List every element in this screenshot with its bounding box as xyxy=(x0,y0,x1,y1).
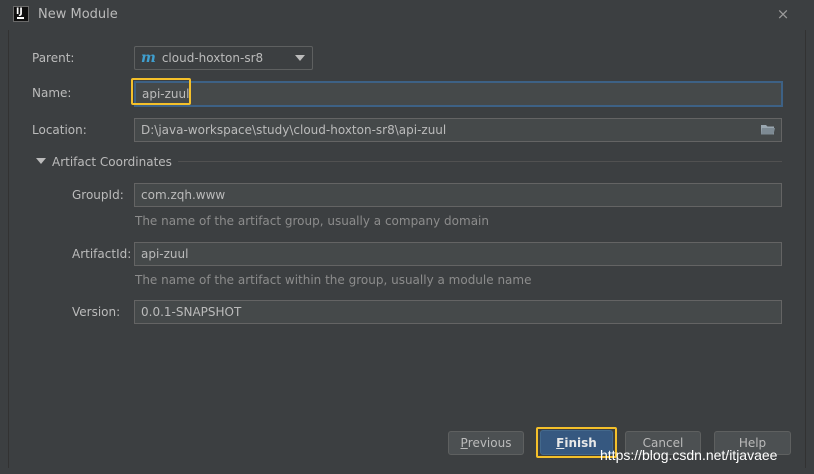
parent-dropdown[interactable]: m cloud-hoxton-sr8 xyxy=(134,46,313,70)
previous-button[interactable]: Previous xyxy=(448,431,524,455)
dialog-title: New Module xyxy=(38,7,118,22)
version-value: 0.0.1-SNAPSHOT xyxy=(141,305,242,319)
name-field[interactable]: api-zuul xyxy=(134,81,783,107)
location-field[interactable]: D:\java-workspace\study\cloud-hoxton-sr8… xyxy=(134,118,782,142)
groupid-field[interactable]: com.zqh.www xyxy=(134,183,782,207)
artifactid-value: api-zuul xyxy=(141,247,189,261)
intellij-logo-icon: IJ xyxy=(13,6,29,22)
location-label: Location: xyxy=(32,123,87,137)
collapse-arrow-icon[interactable] xyxy=(36,158,46,164)
close-icon[interactable]: × xyxy=(772,3,794,25)
groupid-value: com.zqh.www xyxy=(141,188,226,202)
name-label: Name: xyxy=(32,86,72,100)
watermark-text: https://blog.csdn.net/itjavaee xyxy=(600,447,778,463)
artifactid-label: ArtifactId: xyxy=(72,247,132,261)
previous-mnemonic: P xyxy=(460,436,468,450)
annotation-highlight-name xyxy=(131,78,191,105)
chevron-down-icon xyxy=(295,55,305,61)
artifactid-field[interactable]: api-zuul xyxy=(134,242,782,266)
maven-module-icon: m xyxy=(141,50,156,66)
parent-label: Parent: xyxy=(32,51,75,65)
section-divider xyxy=(178,161,782,162)
version-field[interactable]: 0.0.1-SNAPSHOT xyxy=(134,300,782,324)
location-value: D:\java-workspace\study\cloud-hoxton-sr8… xyxy=(141,123,447,137)
previous-label: revious xyxy=(467,436,512,450)
artifactid-hint: The name of the artifact within the grou… xyxy=(135,273,532,287)
parent-value: cloud-hoxton-sr8 xyxy=(161,51,264,65)
title-bar xyxy=(0,0,814,30)
version-label: Version: xyxy=(72,305,121,319)
groupid-hint: The name of the artifact group, usually … xyxy=(135,214,489,228)
section-title[interactable]: Artifact Coordinates xyxy=(52,155,172,169)
folder-icon[interactable] xyxy=(761,124,775,135)
groupid-label: GroupId: xyxy=(72,188,124,202)
